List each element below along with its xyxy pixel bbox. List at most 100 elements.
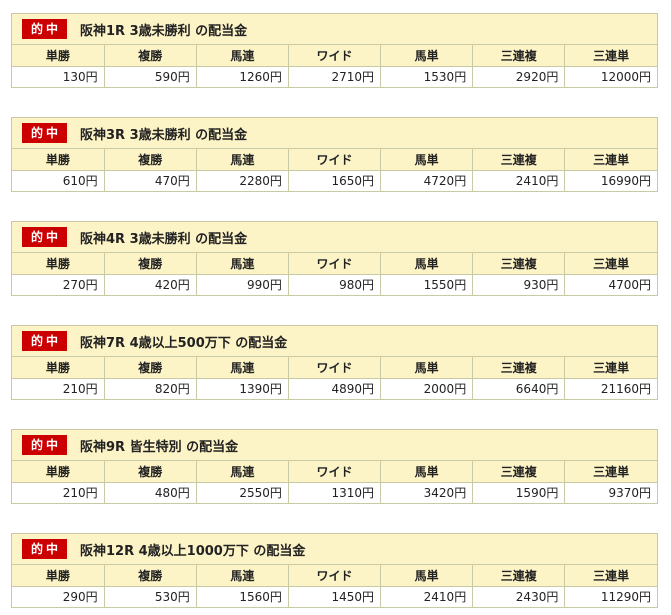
payout-cell: 2410円 — [472, 170, 566, 191]
column-header-umatan: 馬単 — [380, 565, 474, 587]
payout-block-race-0: 的中 阪神1R 3歳未勝利 の配当金 単勝 複勝 馬連 ワイド 馬単 三連複 三… — [11, 13, 658, 88]
column-header-sanrentan: 三連単 — [564, 565, 657, 587]
column-header-umaren: 馬連 — [196, 357, 289, 379]
payout-cell: 270円 — [12, 274, 105, 295]
payout-cell: 980円 — [288, 274, 382, 295]
table-row: 130円 590円 1260円 2710円 1530円 2920円 12000円 — [12, 66, 657, 87]
payout-cell: 9370円 — [564, 482, 657, 503]
hit-badge: 的中 — [22, 227, 67, 247]
column-header-fukusho: 複勝 — [104, 461, 197, 483]
table-header-row: 単勝 複勝 馬連 ワイド 馬単 三連複 三連単 — [12, 461, 657, 483]
block-header: 的中 阪神7R 4歳以上500万下 の配当金 — [12, 326, 657, 357]
column-header-umaren: 馬連 — [196, 253, 289, 275]
column-header-wide: ワイド — [288, 357, 382, 379]
column-header-fukusho: 複勝 — [104, 357, 197, 379]
race-title: 阪神12R 4歳以上1000万下 の配当金 — [80, 543, 306, 559]
column-header-tansho: 単勝 — [12, 461, 105, 483]
payout-table: 単勝 複勝 馬連 ワイド 馬単 三連複 三連単 210円 480円 2550円 … — [12, 461, 657, 503]
column-header-wide: ワイド — [288, 461, 382, 483]
payout-cell: 1550円 — [380, 274, 474, 295]
table-row: 270円 420円 990円 980円 1550円 930円 4700円 — [12, 274, 657, 295]
column-header-fukusho: 複勝 — [104, 45, 197, 67]
payout-cell: 820円 — [104, 378, 197, 399]
column-header-tansho: 単勝 — [12, 149, 105, 171]
column-header-sanrentan: 三連単 — [564, 149, 657, 171]
payout-cell: 1650円 — [288, 170, 382, 191]
payout-cell: 2410円 — [380, 586, 474, 607]
payout-cell: 610円 — [12, 170, 105, 191]
payout-cell: 2000円 — [380, 378, 474, 399]
payout-cell: 16990円 — [564, 170, 657, 191]
hit-badge: 的中 — [22, 539, 67, 559]
payout-cell: 1450円 — [288, 586, 382, 607]
column-header-umatan: 馬単 — [380, 45, 474, 67]
table-header-row: 単勝 複勝 馬連 ワイド 馬単 三連複 三連単 — [12, 45, 657, 67]
block-header: 的中 阪神12R 4歳以上1000万下 の配当金 — [12, 534, 657, 565]
payout-cell: 4890円 — [288, 378, 382, 399]
hit-badge: 的中 — [22, 123, 67, 143]
column-header-wide: ワイド — [288, 149, 382, 171]
column-header-sanrentan: 三連単 — [564, 461, 657, 483]
column-header-tansho: 単勝 — [12, 565, 105, 587]
column-header-sanrenpuku: 三連複 — [472, 45, 566, 67]
payout-cell: 290円 — [12, 586, 105, 607]
column-header-wide: ワイド — [288, 45, 382, 67]
payout-cell: 420円 — [104, 274, 197, 295]
payout-cell: 2920円 — [472, 66, 566, 87]
payout-cell: 210円 — [12, 378, 105, 399]
payout-cell: 590円 — [104, 66, 197, 87]
column-header-umaren: 馬連 — [196, 45, 289, 67]
race-title: 阪神1R 3歳未勝利 の配当金 — [80, 23, 248, 39]
column-header-sanrenpuku: 三連複 — [472, 565, 566, 587]
column-header-umaren: 馬連 — [196, 149, 289, 171]
payout-block-race-2: 的中 阪神4R 3歳未勝利 の配当金 単勝 複勝 馬連 ワイド 馬単 三連複 三… — [11, 221, 658, 296]
payout-cell: 11290円 — [564, 586, 657, 607]
table-row: 210円 820円 1390円 4890円 2000円 6640円 21160円 — [12, 378, 657, 399]
payout-block-race-3: 的中 阪神7R 4歳以上500万下 の配当金 単勝 複勝 馬連 ワイド 馬単 三… — [11, 325, 658, 400]
column-header-tansho: 単勝 — [12, 357, 105, 379]
payout-cell: 210円 — [12, 482, 105, 503]
column-header-wide: ワイド — [288, 565, 382, 587]
payout-table: 単勝 複勝 馬連 ワイド 馬単 三連複 三連単 210円 820円 1390円 … — [12, 357, 657, 399]
table-header-row: 単勝 複勝 馬連 ワイド 馬単 三連複 三連単 — [12, 149, 657, 171]
payout-table: 単勝 複勝 馬連 ワイド 馬単 三連複 三連単 610円 470円 2280円 … — [12, 149, 657, 191]
column-header-tansho: 単勝 — [12, 253, 105, 275]
payout-table: 単勝 複勝 馬連 ワイド 馬単 三連複 三連単 130円 590円 1260円 … — [12, 45, 657, 87]
payout-cell: 530円 — [104, 586, 197, 607]
column-header-umaren: 馬連 — [196, 461, 289, 483]
payout-cell: 21160円 — [564, 378, 657, 399]
column-header-umatan: 馬単 — [380, 149, 474, 171]
column-header-sanrentan: 三連単 — [564, 45, 657, 67]
payout-cell: 1560円 — [196, 586, 289, 607]
race-title: 阪神3R 3歳未勝利 の配当金 — [80, 127, 248, 143]
block-header: 的中 阪神9R 皆生特別 の配当金 — [12, 430, 657, 461]
payout-cell: 4700円 — [564, 274, 657, 295]
table-header-row: 単勝 複勝 馬連 ワイド 馬単 三連複 三連単 — [12, 565, 657, 587]
payout-cell: 130円 — [12, 66, 105, 87]
payout-cell: 470円 — [104, 170, 197, 191]
payout-table: 単勝 複勝 馬連 ワイド 馬単 三連複 三連単 270円 420円 990円 9… — [12, 253, 657, 295]
table-row: 210円 480円 2550円 1310円 3420円 1590円 9370円 — [12, 482, 657, 503]
block-header: 的中 阪神4R 3歳未勝利 の配当金 — [12, 222, 657, 253]
hit-badge: 的中 — [22, 435, 67, 455]
payout-cell: 1260円 — [196, 66, 289, 87]
payout-cell: 3420円 — [380, 482, 474, 503]
payout-cell: 12000円 — [564, 66, 657, 87]
payout-cell: 1530円 — [380, 66, 474, 87]
block-header: 的中 阪神3R 3歳未勝利 の配当金 — [12, 118, 657, 149]
payout-cell: 1590円 — [472, 482, 566, 503]
payout-cell: 2550円 — [196, 482, 289, 503]
race-title: 阪神4R 3歳未勝利 の配当金 — [80, 231, 248, 247]
column-header-fukusho: 複勝 — [104, 149, 197, 171]
payout-results-page: 的中 阪神1R 3歳未勝利 の配当金 単勝 複勝 馬連 ワイド 馬単 三連複 三… — [0, 0, 671, 615]
payout-cell: 930円 — [472, 274, 566, 295]
payout-table: 単勝 複勝 馬連 ワイド 馬単 三連複 三連単 290円 530円 1560円 … — [12, 565, 657, 607]
column-header-umatan: 馬単 — [380, 357, 474, 379]
payout-block-race-1: 的中 阪神3R 3歳未勝利 の配当金 単勝 複勝 馬連 ワイド 馬単 三連複 三… — [11, 117, 658, 192]
payout-cell: 1390円 — [196, 378, 289, 399]
block-header: 的中 阪神1R 3歳未勝利 の配当金 — [12, 14, 657, 45]
payout-cell: 480円 — [104, 482, 197, 503]
table-header-row: 単勝 複勝 馬連 ワイド 馬単 三連複 三連単 — [12, 357, 657, 379]
column-header-fukusho: 複勝 — [104, 253, 197, 275]
payout-cell: 1310円 — [288, 482, 382, 503]
